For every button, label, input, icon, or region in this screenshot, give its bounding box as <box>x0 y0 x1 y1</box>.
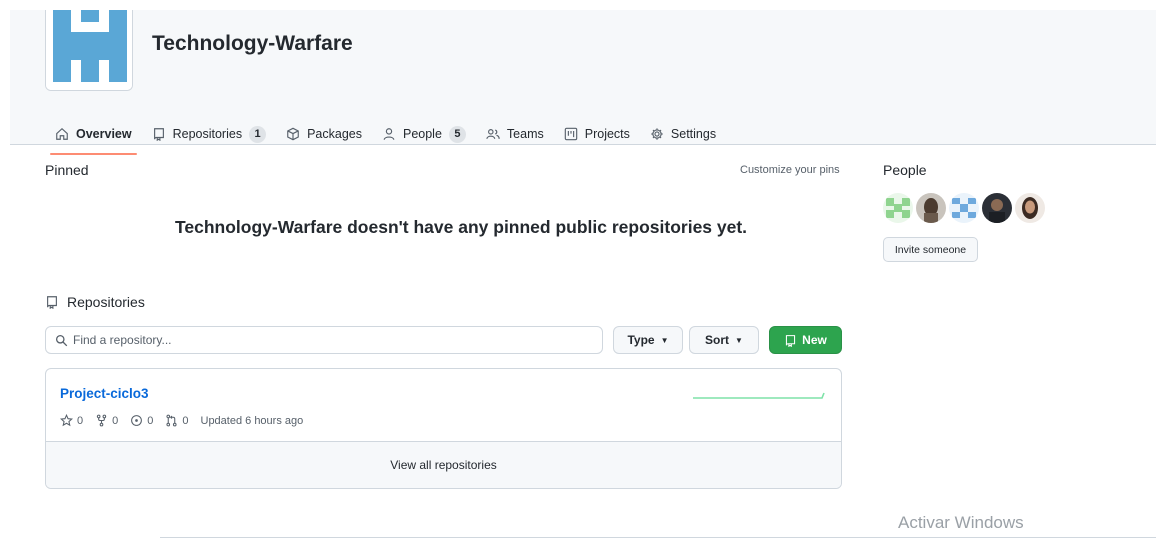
home-icon <box>56 127 68 140</box>
tab-people[interactable]: People 5 <box>382 123 466 145</box>
star-icon <box>60 414 73 427</box>
updated-time: Updated 6 hours ago <box>200 414 304 427</box>
tab-label: Teams <box>506 127 544 141</box>
windows-activation-watermark: Activar Windows <box>898 513 1024 532</box>
photo-avatar <box>982 193 1012 223</box>
org-logo-identicon <box>46 10 132 90</box>
project-icon <box>564 127 578 141</box>
issues-count[interactable]: 0 <box>130 414 153 427</box>
pull-requests-count[interactable]: 0 <box>165 414 189 427</box>
tab-label: Overview <box>76 127 132 141</box>
pull-request-icon <box>166 414 177 427</box>
forks-count[interactable]: 0 <box>95 414 118 427</box>
repo-icon <box>47 296 57 309</box>
tab-label: People <box>402 127 442 141</box>
invite-someone-button[interactable]: Invite someone <box>883 237 978 262</box>
person-icon <box>383 128 395 140</box>
tab-label: Packages <box>307 127 362 141</box>
tab-projects[interactable]: Projects <box>564 123 630 145</box>
list-item: Project-ciclo3 0 0 0 0 Updated 6 hours a… <box>46 369 841 442</box>
pinned-heading: Pinned <box>45 162 89 178</box>
tab-settings[interactable]: Settings <box>650 123 716 145</box>
avatar[interactable] <box>949 193 979 223</box>
tab-teams[interactable]: Teams <box>486 123 544 145</box>
pinned-empty-message: Technology-Warfare doesn't have any pinn… <box>175 217 748 237</box>
package-icon <box>287 127 299 141</box>
type-filter-button[interactable]: Type ▼ <box>613 326 683 354</box>
gear-icon <box>651 128 663 140</box>
people-heading: People <box>883 162 927 178</box>
identicon-avatar <box>949 193 979 223</box>
tab-repositories[interactable]: Repositories 1 <box>152 123 267 145</box>
new-button-label: New <box>802 333 827 347</box>
people-counter: 5 <box>448 125 466 143</box>
sort-button[interactable]: Sort ▼ <box>689 326 759 354</box>
tab-label: Projects <box>584 127 630 141</box>
customize-pins-link[interactable]: Customize your pins <box>740 164 840 176</box>
repository-search[interactable] <box>45 326 603 354</box>
repositories-heading-label: Repositories <box>67 294 145 310</box>
view-all-repositories-link[interactable]: View all repositories <box>46 442 841 488</box>
repository-search-input[interactable] <box>73 333 593 347</box>
repo-icon <box>153 128 164 141</box>
caret-down-icon: ▼ <box>735 335 743 345</box>
people-icon <box>486 129 500 140</box>
org-header: Technology-Warfare Overview Repositories… <box>10 10 1156 155</box>
repository-meta: 0 0 0 0 Updated 6 hours ago <box>60 414 315 427</box>
org-tabs: Overview Repositories 1 Packages People … <box>50 123 736 155</box>
stars-count[interactable]: 0 <box>60 414 83 427</box>
sort-label: Sort <box>705 333 730 347</box>
photo-avatar <box>1015 193 1045 223</box>
forks-value: 0 <box>112 414 119 427</box>
org-name: Technology-Warfare <box>152 32 353 55</box>
repository-name-link[interactable]: Project-ciclo3 <box>60 386 149 401</box>
identicon-avatar <box>883 193 913 223</box>
repository-list: Project-ciclo3 0 0 0 0 Updated 6 hours a… <box>45 368 842 489</box>
tab-label: Settings <box>670 127 717 141</box>
issue-icon <box>131 415 143 426</box>
avatar[interactable] <box>916 193 946 223</box>
repositories-heading: Repositories <box>45 294 145 310</box>
tab-packages[interactable]: Packages <box>286 123 362 145</box>
pull-requests-value: 0 <box>182 414 189 427</box>
photo-avatar <box>916 193 946 223</box>
issues-value: 0 <box>147 414 154 427</box>
avatar[interactable] <box>883 193 913 223</box>
people-avatars <box>883 193 1048 223</box>
repo-icon <box>786 334 796 347</box>
activity-sparkline <box>693 392 825 399</box>
org-avatar[interactable] <box>45 10 133 91</box>
caret-down-icon: ▼ <box>660 335 669 345</box>
avatar[interactable] <box>1015 193 1045 223</box>
tab-overview[interactable]: Overview <box>50 123 137 155</box>
search-icon <box>55 334 68 346</box>
repositories-counter: 1 <box>249 125 267 143</box>
tab-label: Repositories <box>172 127 243 141</box>
avatar[interactable] <box>982 193 1012 223</box>
fork-icon <box>96 414 107 427</box>
new-repository-button[interactable]: New <box>769 326 842 354</box>
stars-value: 0 <box>77 414 84 427</box>
type-filter-label: Type <box>627 333 655 347</box>
